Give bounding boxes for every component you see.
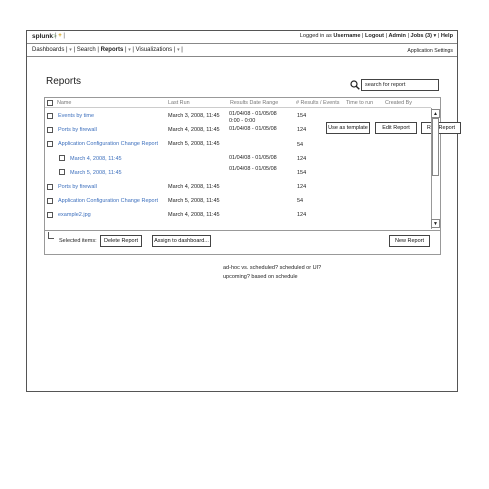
assign-to-dashboard-button[interactable]: Assign to dashboard...	[152, 235, 211, 247]
last-run-cell: March 3, 2008, 11:45	[168, 113, 220, 119]
results-cell: 124	[297, 184, 307, 190]
report-run-link[interactable]: March 5, 2008, 11:45	[70, 170, 122, 176]
user-bar: Logged in as Username | Logout | Admin |…	[299, 33, 453, 39]
reports-dropdown-icon[interactable]: ▾	[128, 47, 131, 53]
scroll-down-icon[interactable]: ▼	[431, 219, 440, 228]
date-range-cell: 01/04/08 - 01/05/08	[229, 155, 277, 161]
report-link[interactable]: Application Configuration Change Report	[58, 141, 158, 147]
column-name[interactable]: Name	[57, 100, 71, 106]
new-report-button[interactable]: New Report	[389, 235, 430, 247]
header-divider	[45, 107, 431, 108]
row-checkbox[interactable]	[47, 198, 53, 204]
report-link[interactable]: Events by time	[58, 113, 94, 119]
column-created-by[interactable]: Created By	[385, 100, 412, 106]
visualizations-dropdown-icon[interactable]: ▾	[177, 47, 180, 53]
row-checkbox[interactable]	[47, 113, 53, 119]
report-link[interactable]: Application Configuration Change Report	[58, 198, 158, 204]
last-run-cell: March 4, 2008, 11:45	[168, 127, 220, 133]
time-range-cell: 0:00 - 0:00	[229, 118, 256, 124]
report-run-link[interactable]: March 4, 2008, 11:45	[70, 156, 122, 162]
report-link[interactable]: Ports by firewall	[58, 184, 97, 190]
row-checkbox[interactable]	[47, 141, 53, 147]
last-run-cell: March 5, 2008, 11:45	[168, 198, 220, 204]
nav-dashboards[interactable]: Dashboards	[32, 47, 64, 53]
column-time-to-run[interactable]: Time to run	[346, 100, 373, 106]
results-cell: 124	[297, 156, 307, 162]
username-link[interactable]: Username	[333, 33, 360, 39]
edit-report-button[interactable]: Edit Report	[375, 122, 417, 134]
results-cell: 124	[297, 127, 307, 133]
use-as-template-button[interactable]: Use as template	[326, 122, 370, 134]
delete-report-button[interactable]: Delete Report	[100, 235, 142, 247]
row-checkbox[interactable]	[59, 155, 65, 161]
results-cell: 54	[297, 198, 304, 204]
column-date-range[interactable]: Results Date Range	[230, 100, 278, 106]
scroll-up-icon[interactable]: ▲	[431, 109, 440, 118]
logged-in-label: Logged in as	[299, 33, 332, 39]
row-checkbox[interactable]	[47, 127, 53, 133]
page-title: Reports	[46, 76, 82, 87]
footer-divider	[45, 230, 440, 231]
date-range-cell: 01/04/08 - 01/05/08	[229, 126, 277, 132]
nav-bar: Dashboards | ▾ | Search | Reports | ▾ | …	[27, 45, 457, 57]
splunk-logo[interactable]: splunk>	[32, 33, 57, 40]
column-last-run[interactable]: Last Run	[168, 100, 190, 106]
scroll-thumb[interactable]	[432, 118, 439, 176]
selection-corner-icon	[48, 232, 54, 239]
results-cell: 154	[297, 170, 307, 176]
results-cell: 154	[297, 113, 307, 119]
jobs-dropdown-icon[interactable]: ▾	[434, 33, 437, 39]
jobs-link[interactable]: Jobs (3)	[410, 33, 431, 39]
dashboards-dropdown-icon[interactable]: ▾	[69, 47, 72, 53]
results-cell: 124	[297, 212, 307, 218]
search-input[interactable]: search for report	[361, 79, 439, 91]
column-results[interactable]: # Results / Events	[296, 100, 339, 106]
last-run-cell: March 4, 2008, 11:45	[168, 212, 220, 218]
results-cell: 54	[297, 142, 304, 148]
run-report-button[interactable]: Run Report	[421, 122, 461, 134]
last-run-cell: March 5, 2008, 11:45	[168, 141, 220, 147]
search-icon[interactable]	[350, 80, 360, 90]
report-link[interactable]: example2.jpg	[58, 212, 91, 218]
annotation-note: upcoming? based on schedule	[223, 274, 298, 280]
application-settings-link[interactable]: Application Settings	[407, 48, 453, 54]
annotation-note: ad-hoc vs. scheduled? scheduled or UI?	[223, 265, 322, 271]
row-checkbox[interactable]	[47, 184, 53, 190]
nav-reports[interactable]: Reports	[101, 47, 124, 53]
nav-search[interactable]: Search	[77, 47, 96, 53]
row-checkbox[interactable]	[59, 169, 65, 175]
app-switcher[interactable]: | + |	[55, 33, 65, 39]
select-all-checkbox[interactable]	[47, 100, 53, 106]
report-link[interactable]: Ports by firewall	[58, 127, 97, 133]
date-range-cell: 01/04/08 - 01/05/08	[229, 166, 277, 172]
logout-link[interactable]: Logout	[365, 33, 384, 39]
selected-items-label: Selected items:	[59, 238, 97, 244]
admin-link[interactable]: Admin	[389, 33, 406, 39]
help-link[interactable]: Help	[441, 33, 453, 39]
nav-visualizations[interactable]: Visualizations	[136, 47, 173, 53]
top-bar: splunk> | + | Logged in as Username | Lo…	[27, 31, 457, 44]
row-checkbox[interactable]	[47, 212, 53, 218]
last-run-cell: March 4, 2008, 11:45	[168, 184, 220, 190]
date-range-cell: 01/04/08 - 01/05/08	[229, 111, 277, 117]
